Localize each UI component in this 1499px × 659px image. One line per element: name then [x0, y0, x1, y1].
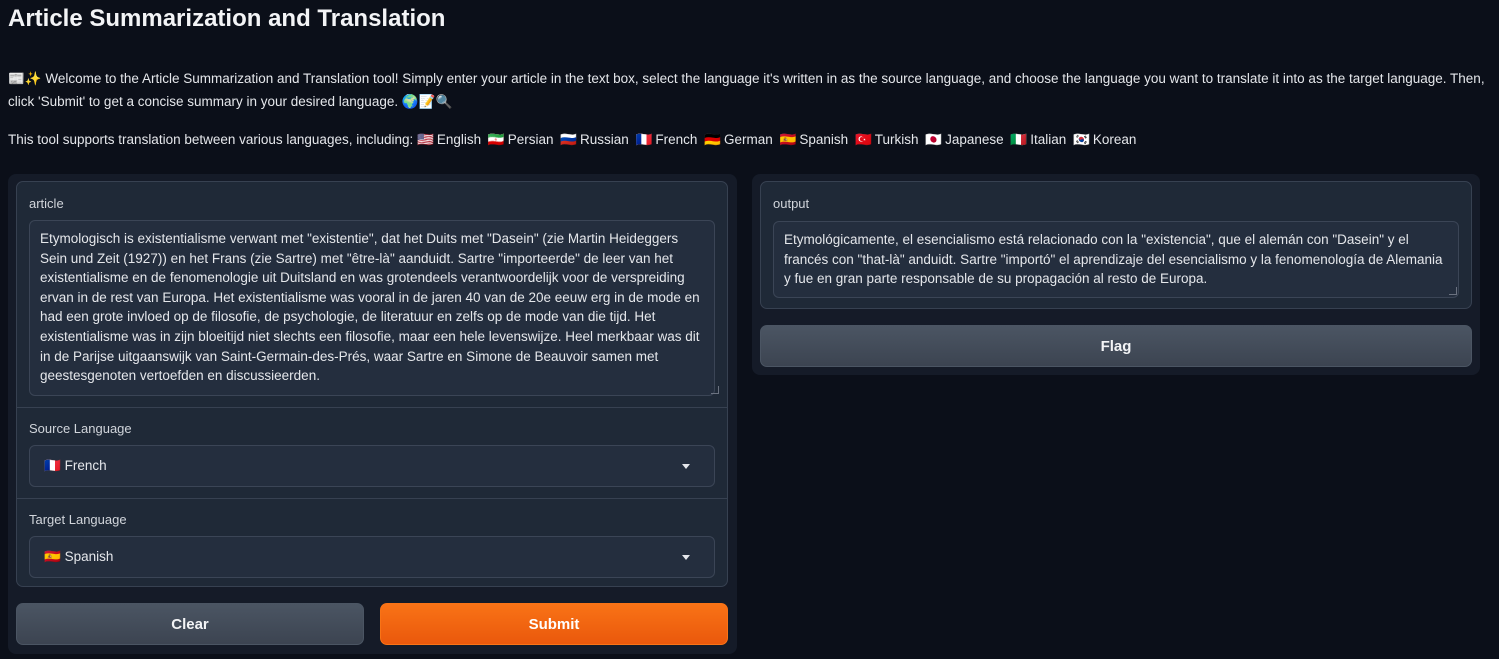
language-item: 🇮🇹 Italian [1007, 132, 1067, 147]
spain-flag-icon: 🇪🇸 [44, 549, 61, 564]
flag-icon: 🇯🇵 [925, 132, 943, 147]
supported-languages: This tool supports translation between v… [8, 129, 1139, 151]
language-item: 🇺🇸 English [417, 132, 481, 147]
source-language-value: 🇫🇷 French [44, 458, 107, 474]
language-item: 🇷🇺 Russian [556, 132, 629, 147]
article-block: article Etymologisch is existentialisme … [17, 182, 727, 407]
article-label: article [29, 196, 64, 211]
france-flag-icon: 🇫🇷 [44, 458, 61, 473]
globe-memo-magnifier-icon: 🌍📝🔍 [401, 94, 453, 109]
chevron-down-icon [682, 463, 690, 469]
language-list: 🇺🇸 English 🇮🇷 Persian 🇷🇺 Russian 🇫🇷 French 🇩… [417, 132, 1139, 147]
flag-icon: 🇺🇸 [417, 132, 434, 147]
flag-icon: 🇫🇷 [635, 132, 653, 147]
language-name: Japanese [945, 132, 1004, 147]
language-item: 🇰🇷 Korean [1069, 132, 1136, 147]
target-language-block: Target Language 🇪🇸 Spanish [17, 498, 727, 588]
language-name: Spanish [799, 132, 849, 147]
resize-handle-icon[interactable] [711, 386, 719, 394]
language-name: Korean [1092, 132, 1137, 147]
source-language-text: French [64, 458, 107, 473]
resize-handle-icon[interactable] [1449, 287, 1457, 295]
output-panel: output Etymológicamente, el esencialismo… [752, 174, 1480, 375]
languages-prefix: This tool supports translation between v… [8, 132, 414, 147]
clear-button[interactable]: Clear [16, 603, 364, 645]
article-textarea[interactable]: Etymologisch is existentialisme verwant … [29, 220, 715, 396]
source-language-block: Source Language 🇫🇷 French [17, 407, 727, 498]
language-name: English [436, 132, 482, 147]
language-name: French [655, 132, 698, 147]
source-language-select[interactable]: 🇫🇷 French [29, 445, 715, 487]
input-form: article Etymologisch is existentialisme … [16, 181, 728, 587]
input-panel: article Etymologisch is existentialisme … [8, 174, 737, 654]
language-name: Turkish [874, 132, 919, 147]
flag-icon: 🇩🇪 [704, 132, 722, 147]
language-name: Persian [507, 132, 554, 147]
language-item: 🇹🇷 Turkish [851, 132, 919, 147]
flag-icon: 🇮🇷 [487, 132, 505, 147]
language-name: Italian [1030, 132, 1067, 147]
source-language-label: Source Language [29, 421, 132, 436]
flag-icon: 🇰🇷 [1073, 132, 1090, 147]
language-item: 🇮🇷 Persian [484, 132, 554, 147]
newspaper-sparkles-icon: 📰✨ [8, 71, 42, 86]
submit-button[interactable]: Submit [380, 603, 728, 645]
chevron-down-icon [682, 554, 690, 560]
language-name: Russian [580, 132, 629, 147]
language-item: 🇪🇸 Spanish [776, 132, 849, 147]
target-language-label: Target Language [29, 512, 127, 527]
language-item: 🇯🇵 Japanese [922, 132, 1004, 147]
flag-icon: 🇮🇹 [1010, 132, 1028, 147]
language-name: German [724, 132, 773, 147]
output-form: output Etymológicamente, el esencialismo… [760, 181, 1472, 309]
intro-text: 📰✨ Welcome to the Article Summarization … [8, 67, 1488, 113]
flag-icon: 🇹🇷 [854, 132, 872, 147]
output-label: output [773, 196, 810, 211]
target-language-select[interactable]: 🇪🇸 Spanish [29, 536, 715, 578]
flag-icon: 🇪🇸 [779, 132, 797, 147]
output-textarea[interactable]: Etymológicamente, el esencialismo está r… [773, 221, 1459, 298]
flag-button[interactable]: Flag [760, 325, 1472, 367]
target-language-text: Spanish [64, 549, 114, 564]
language-item: 🇫🇷 French [632, 132, 698, 147]
flag-icon: 🇷🇺 [560, 132, 578, 147]
intro-body: Welcome to the Article Summarization and… [8, 71, 1485, 109]
language-item: 🇩🇪 German [700, 132, 773, 147]
target-language-value: 🇪🇸 Spanish [44, 549, 113, 565]
page-title: Article Summarization and Translation [8, 5, 446, 32]
